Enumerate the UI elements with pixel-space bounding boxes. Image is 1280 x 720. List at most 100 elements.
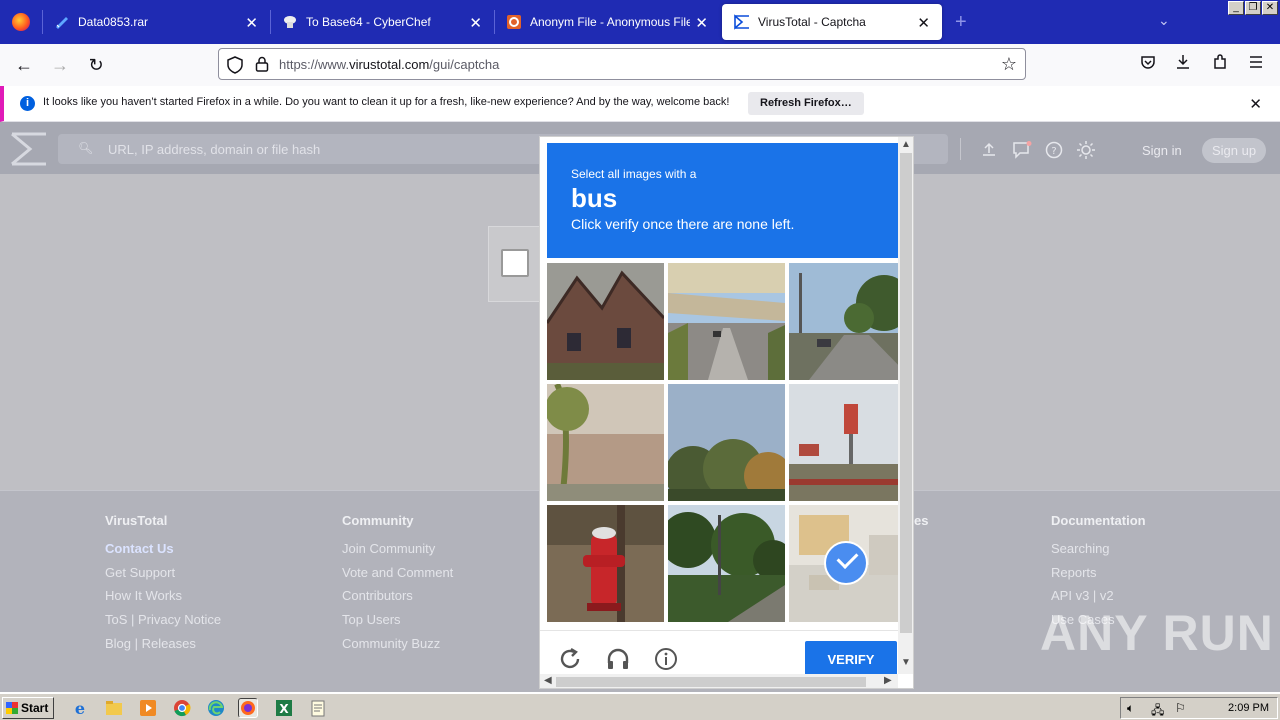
notifications-icon[interactable] bbox=[1012, 141, 1032, 164]
scrollbar-thumb[interactable] bbox=[556, 677, 866, 687]
network-icon[interactable]: 🖧︎ bbox=[1151, 701, 1167, 717]
captcha-tile-3[interactable] bbox=[789, 263, 906, 380]
footer-heading: Community bbox=[342, 513, 414, 528]
restore-icon[interactable]: ❐ bbox=[1245, 1, 1261, 15]
firefox-taskbar-icon[interactable] bbox=[238, 698, 258, 718]
clock: 2:09 PM bbox=[1228, 702, 1269, 714]
scroll-up-icon[interactable]: ▲ bbox=[898, 139, 913, 150]
search-icon: 🔍︎ bbox=[78, 141, 94, 155]
divider bbox=[960, 138, 961, 160]
close-tab-icon[interactable]: ✕ bbox=[917, 14, 930, 32]
windows-taskbar: Start e X 🔈︎ 🖧︎ ⚐ 2:09 PM bbox=[0, 692, 1280, 720]
captcha-controls: VERIFY bbox=[540, 630, 900, 679]
url-text[interactable]: https://www.virustotal.com/gui/captcha bbox=[279, 57, 499, 72]
footer-heading: Documentation bbox=[1051, 513, 1146, 528]
footer-link[interactable]: Community Buzz bbox=[342, 636, 453, 660]
back-icon[interactable]: ← bbox=[13, 54, 35, 76]
footer-link[interactable]: Reports bbox=[1051, 565, 1146, 589]
navigation-toolbar: ← → ↻ https://www.virustotal.com/gui/cap… bbox=[0, 44, 1280, 86]
info-help-icon[interactable] bbox=[654, 647, 678, 671]
hamburger-menu-icon[interactable] bbox=[1248, 54, 1264, 75]
flag-icon[interactable]: ⚐ bbox=[1175, 701, 1191, 716]
captcha-tile-5[interactable] bbox=[668, 384, 785, 501]
sign-in-link[interactable]: Sign in bbox=[1142, 143, 1182, 158]
captcha-instructions: Select all images with a bus Click verif… bbox=[547, 143, 898, 258]
scroll-left-icon[interactable]: ◀ bbox=[544, 675, 552, 686]
start-button[interactable]: Start bbox=[2, 697, 54, 719]
audio-challenge-icon[interactable] bbox=[606, 647, 630, 671]
excel-icon[interactable]: X bbox=[274, 698, 294, 718]
captcha-challenge-frame: Select all images with a bus Click verif… bbox=[539, 136, 914, 689]
virustotal-logo-icon[interactable] bbox=[10, 132, 48, 166]
refresh-firefox-button[interactable]: Refresh Firefox… bbox=[748, 92, 864, 115]
tab-cyberchef[interactable]: To Base64 - CyberChef ✕ bbox=[270, 0, 494, 44]
downloads-icon[interactable] bbox=[1175, 54, 1191, 75]
theme-toggle-icon[interactable] bbox=[1077, 141, 1095, 164]
footer-link[interactable]: Contributors bbox=[342, 588, 453, 612]
footer-heading: es bbox=[914, 513, 929, 528]
list-all-tabs-icon[interactable]: ⌄ bbox=[1158, 12, 1170, 29]
volume-icon[interactable]: 🔈︎ bbox=[1127, 701, 1143, 716]
reload-challenge-icon[interactable] bbox=[558, 647, 582, 671]
footer-link[interactable]: ToS | Privacy Notice bbox=[105, 612, 221, 636]
captcha-tile-4[interactable] bbox=[547, 384, 664, 501]
close-notification-icon[interactable]: ✕ bbox=[1249, 95, 1262, 113]
upload-icon[interactable] bbox=[981, 141, 997, 162]
reload-icon[interactable]: ↻ bbox=[85, 54, 107, 76]
captcha-tile-6[interactable] bbox=[789, 384, 906, 501]
instruction-line: Select all images with a bbox=[571, 167, 697, 181]
captcha-tile-8[interactable] bbox=[668, 505, 785, 622]
tab-anonymfile[interactable]: Anonym File - Anonymous File Uplo ✕ bbox=[494, 0, 720, 44]
footer-link[interactable]: Vote and Comment bbox=[342, 565, 453, 589]
svg-text:?: ? bbox=[1051, 146, 1056, 157]
anonymfile-icon bbox=[506, 14, 522, 30]
internet-explorer-icon[interactable]: e bbox=[70, 698, 90, 718]
minimize-icon[interactable]: _ bbox=[1228, 1, 1244, 15]
notepad-icon[interactable] bbox=[308, 698, 328, 718]
close-tab-icon[interactable]: ✕ bbox=[245, 14, 258, 32]
footer-link[interactable]: Contact Us bbox=[105, 541, 221, 565]
footer-link[interactable]: Searching bbox=[1051, 541, 1146, 565]
pocket-icon[interactable] bbox=[1140, 54, 1156, 75]
scrollbar-thumb[interactable] bbox=[900, 153, 912, 633]
close-window-icon[interactable]: ✕ bbox=[1262, 1, 1278, 15]
tracking-shield-icon[interactable] bbox=[227, 56, 243, 74]
captcha-tile-2[interactable] bbox=[668, 263, 785, 380]
footer-link[interactable]: How It Works bbox=[105, 588, 221, 612]
footer-link[interactable]: Blog | Releases bbox=[105, 636, 221, 660]
recaptcha-checkbox[interactable] bbox=[501, 249, 529, 277]
bookmark-star-icon[interactable]: ☆ bbox=[1001, 54, 1017, 75]
lock-icon[interactable] bbox=[255, 56, 269, 72]
firefox-menu-icon[interactable] bbox=[0, 0, 42, 44]
new-tab-icon[interactable]: + bbox=[955, 11, 967, 34]
extensions-icon[interactable] bbox=[1212, 54, 1228, 75]
vertical-scrollbar[interactable]: ▲ ▼ bbox=[898, 137, 913, 674]
horizontal-scrollbar[interactable]: ◀ ▶ bbox=[540, 674, 898, 688]
tab-title: VirusTotal - Captcha bbox=[758, 15, 866, 29]
forward-icon[interactable]: → bbox=[49, 54, 71, 76]
file-explorer-icon[interactable] bbox=[104, 698, 124, 718]
tab-data0853[interactable]: Data0853.rar ✕ bbox=[42, 0, 270, 44]
tab-title: Anonym File - Anonymous File Uplo bbox=[530, 15, 690, 29]
footer-link[interactable]: Top Users bbox=[342, 612, 453, 636]
tab-virustotal[interactable]: VirusTotal - Captcha ✕ bbox=[722, 4, 942, 40]
footer-link[interactable]: Get Support bbox=[105, 565, 221, 589]
footer-link[interactable]: Join Community bbox=[342, 541, 453, 565]
selected-check-icon bbox=[824, 541, 868, 585]
help-icon[interactable]: ? bbox=[1045, 141, 1063, 164]
close-tab-icon[interactable]: ✕ bbox=[695, 14, 708, 32]
close-tab-icon[interactable]: ✕ bbox=[469, 14, 482, 32]
captcha-tile-1[interactable] bbox=[547, 263, 664, 380]
url-bar[interactable]: https://www.virustotal.com/gui/captcha ☆ bbox=[218, 48, 1026, 80]
footer-column-community: Community Join Community Vote and Commen… bbox=[342, 513, 453, 659]
media-player-icon[interactable] bbox=[138, 698, 158, 718]
scroll-right-icon[interactable]: ▶ bbox=[884, 675, 892, 686]
scroll-down-icon[interactable]: ▼ bbox=[898, 657, 913, 668]
footer-column-virustotal: VirusTotal Contact Us Get Support How It… bbox=[105, 513, 221, 659]
chrome-icon[interactable] bbox=[172, 698, 192, 718]
captcha-tile-7[interactable] bbox=[547, 505, 664, 622]
edge-icon[interactable] bbox=[206, 698, 226, 718]
sign-up-button[interactable]: Sign up bbox=[1202, 138, 1266, 163]
cyberchef-icon bbox=[282, 14, 298, 30]
footer-heading: VirusTotal bbox=[105, 513, 168, 528]
